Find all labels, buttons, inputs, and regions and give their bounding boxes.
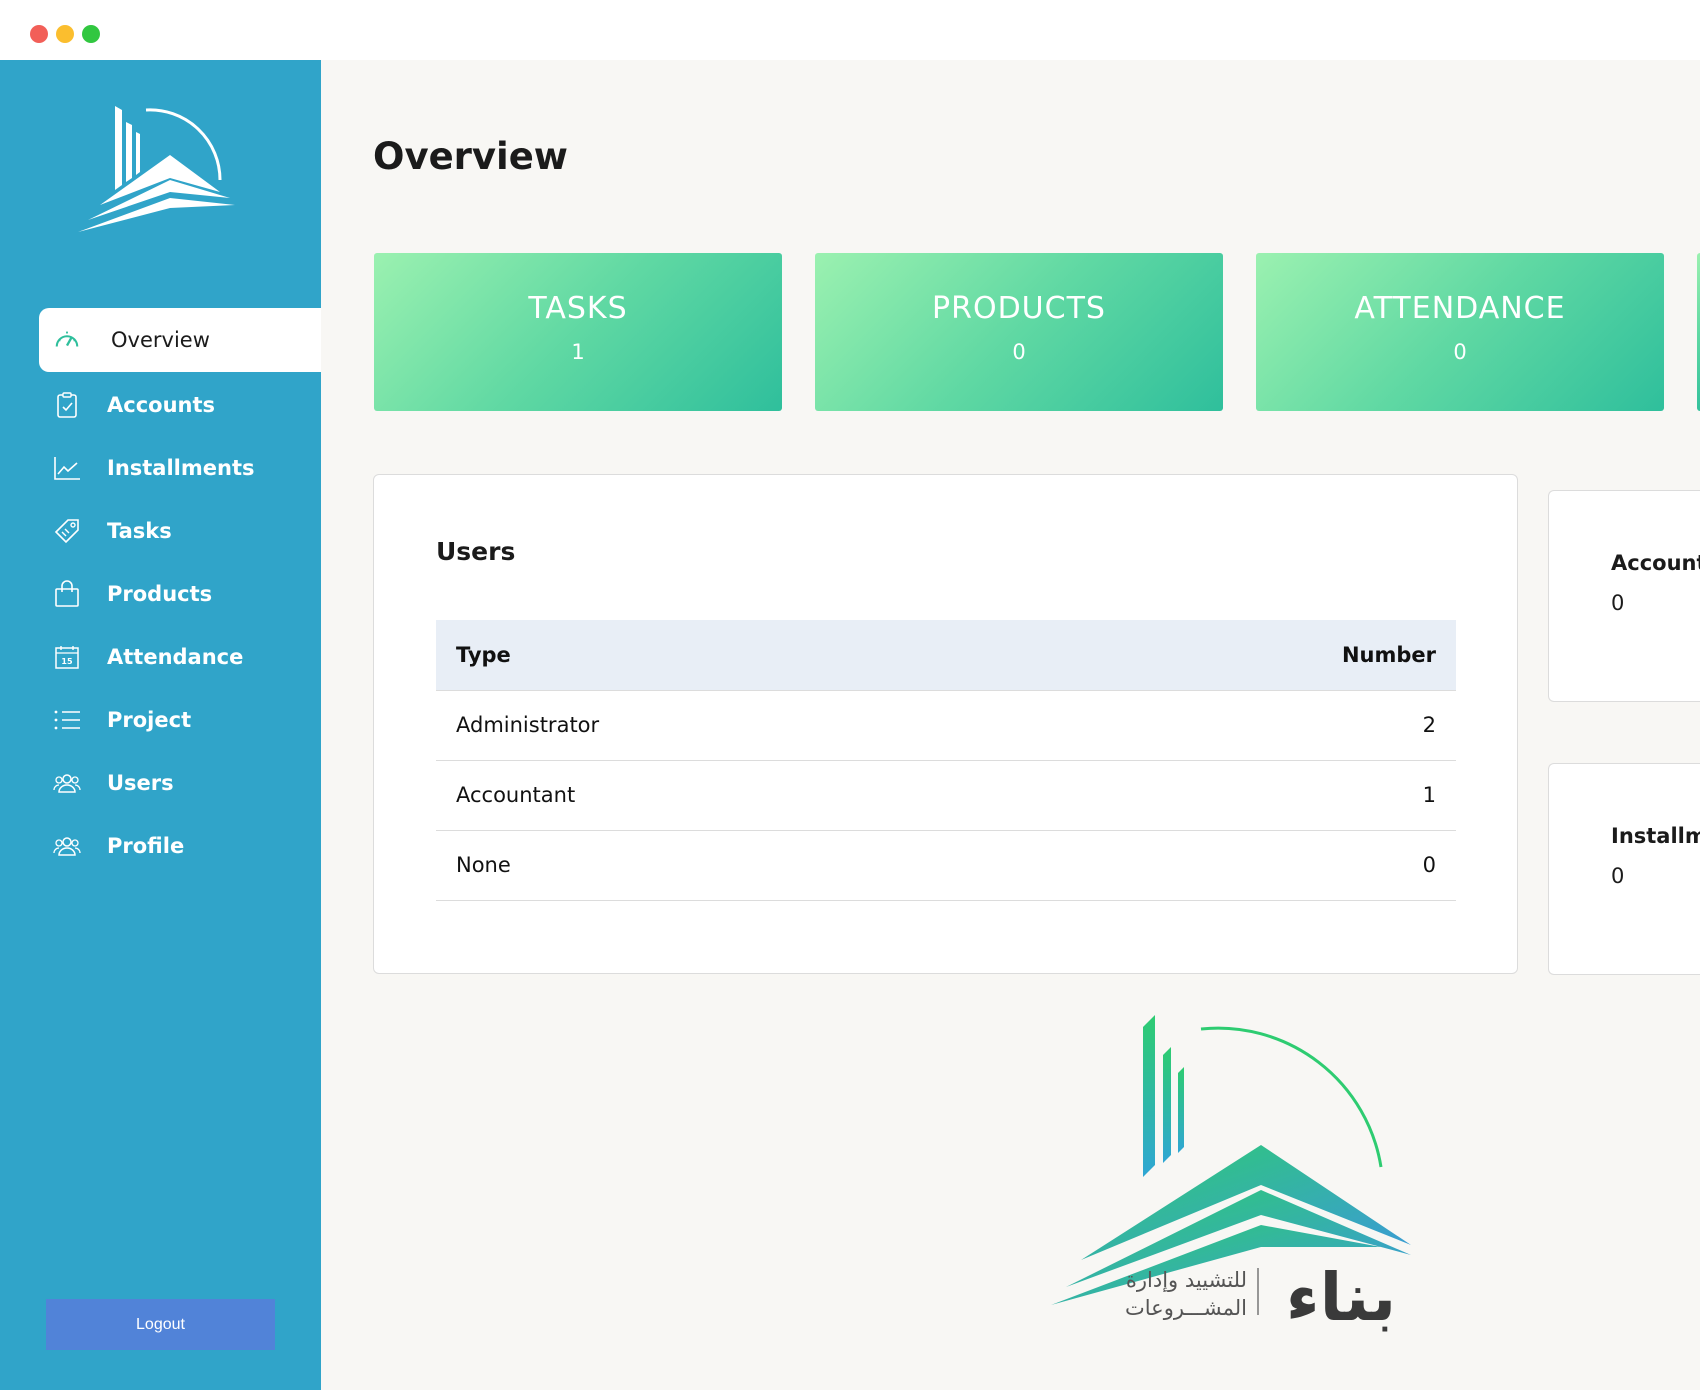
users-panel: Users Type Number Administrator 2 Accoun… xyxy=(373,474,1518,974)
calendar-icon: 15 xyxy=(53,643,81,671)
installments-card: Installme 0 xyxy=(1548,763,1700,975)
column-header-number: Number xyxy=(1024,620,1456,691)
users-table: Type Number Administrator 2 Accountant 1… xyxy=(436,620,1456,901)
stat-card-products[interactable]: PRODUCTS 0 xyxy=(815,253,1223,411)
stat-card-value: 1 xyxy=(571,340,585,364)
stat-card-value: 0 xyxy=(1012,340,1026,364)
user-number-cell: 1 xyxy=(1024,760,1456,831)
sidebar-item-label: Users xyxy=(107,771,174,795)
svg-text:بناء: بناء xyxy=(1286,1259,1396,1336)
sidebar-item-label: Products xyxy=(107,582,213,606)
table-row: Accountant 1 xyxy=(436,760,1456,831)
user-type-cell: None xyxy=(436,830,1025,901)
sidebar-item-label: Attendance xyxy=(107,645,244,669)
main-content: Overview TASKS 1 PRODUCTS 0 ATTENDANCE 0… xyxy=(321,60,1700,1390)
close-window-button[interactable] xyxy=(30,25,48,43)
svg-text:15: 15 xyxy=(61,657,73,666)
accounts-card-value: 0 xyxy=(1611,591,1625,615)
svg-text:للتشييد وإدارة: للتشييد وإدارة xyxy=(1126,1268,1247,1293)
table-header-row: Type Number xyxy=(436,620,1456,691)
sidebar-item-project[interactable]: Project xyxy=(39,688,321,752)
accounts-card-title: Account xyxy=(1611,551,1700,575)
installments-card-value: 0 xyxy=(1611,864,1625,888)
svg-text:المشـــروعات: المشـــروعات xyxy=(1125,1296,1247,1320)
stat-card-attendance[interactable]: ATTENDANCE 0 xyxy=(1256,253,1664,411)
sidebar-item-label: Installments xyxy=(107,456,255,480)
sidebar-item-attendance[interactable]: 15 Attendance xyxy=(39,625,321,689)
speedometer-icon xyxy=(53,326,81,354)
building-logo xyxy=(78,106,235,232)
page-title: Overview xyxy=(373,135,568,178)
tag-icon xyxy=(53,517,81,545)
sidebar-item-label: Overview xyxy=(111,328,210,352)
shopping-bag-icon xyxy=(53,580,81,608)
sidebar-item-label: Profile xyxy=(107,834,185,858)
sidebar: Overview Accounts Installments Tasks Pro… xyxy=(0,60,321,1390)
line-chart-icon xyxy=(53,454,81,482)
users-panel-title: Users xyxy=(436,537,516,566)
accounts-card: Account 0 xyxy=(1548,490,1700,702)
sidebar-item-products[interactable]: Products xyxy=(39,562,321,626)
sidebar-item-label: Accounts xyxy=(107,393,216,417)
sidebar-item-users[interactable]: Users xyxy=(39,751,321,815)
sidebar-item-tasks[interactable]: Tasks xyxy=(39,499,321,563)
user-type-cell: Accountant xyxy=(436,760,1025,831)
window-titlebar xyxy=(0,0,1700,60)
users-icon xyxy=(53,769,81,797)
user-number-cell: 0 xyxy=(1024,830,1456,901)
maximize-window-button[interactable] xyxy=(82,25,100,43)
brand-logo: بناء للتشييد وإدارة المشـــروعات xyxy=(1051,1015,1411,1336)
logout-button[interactable]: Logout xyxy=(46,1299,275,1350)
stat-card-label: TASKS xyxy=(528,291,628,326)
installments-card-title: Installme xyxy=(1611,824,1700,848)
stat-card-label: ATTENDANCE xyxy=(1354,291,1566,326)
stat-card-label: PRODUCTS xyxy=(932,291,1106,326)
clipboard-check-icon xyxy=(53,391,81,419)
sidebar-item-installments[interactable]: Installments xyxy=(39,436,321,500)
table-row: Administrator 2 xyxy=(436,690,1456,761)
user-number-cell: 2 xyxy=(1024,690,1456,761)
sidebar-item-label: Project xyxy=(107,708,192,732)
list-icon xyxy=(53,706,81,734)
stat-card-value: 0 xyxy=(1453,340,1467,364)
column-header-type: Type xyxy=(436,620,1025,691)
sidebar-item-profile[interactable]: Profile xyxy=(39,814,321,878)
table-row: None 0 xyxy=(436,830,1456,901)
sidebar-item-accounts[interactable]: Accounts xyxy=(39,373,321,437)
sidebar-item-label: Tasks xyxy=(107,519,172,543)
user-type-cell: Administrator xyxy=(436,690,1025,761)
minimize-window-button[interactable] xyxy=(56,25,74,43)
users-icon xyxy=(53,832,81,860)
stat-card-tasks[interactable]: TASKS 1 xyxy=(374,253,782,411)
sidebar-item-overview[interactable]: Overview xyxy=(39,308,321,372)
